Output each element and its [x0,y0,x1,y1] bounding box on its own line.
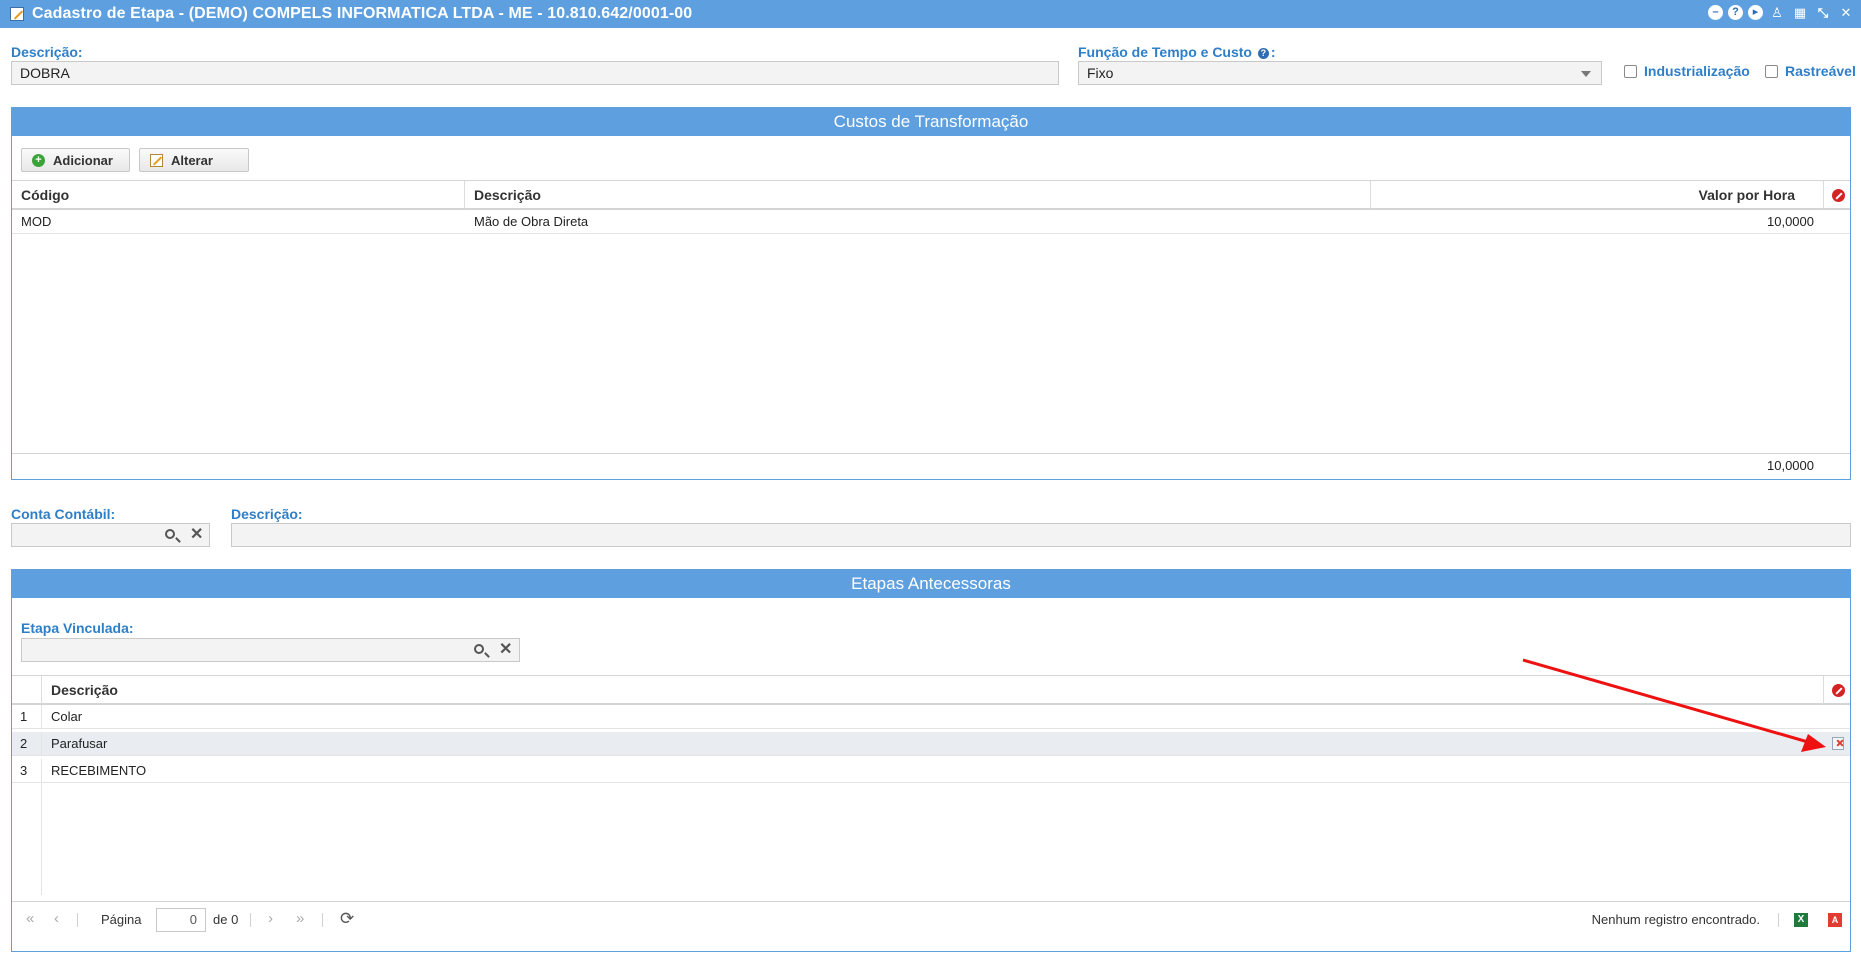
annotation-arrow [1522,658,1826,752]
arrow-shaft [1522,658,1809,744]
arrow-head [1801,734,1826,752]
